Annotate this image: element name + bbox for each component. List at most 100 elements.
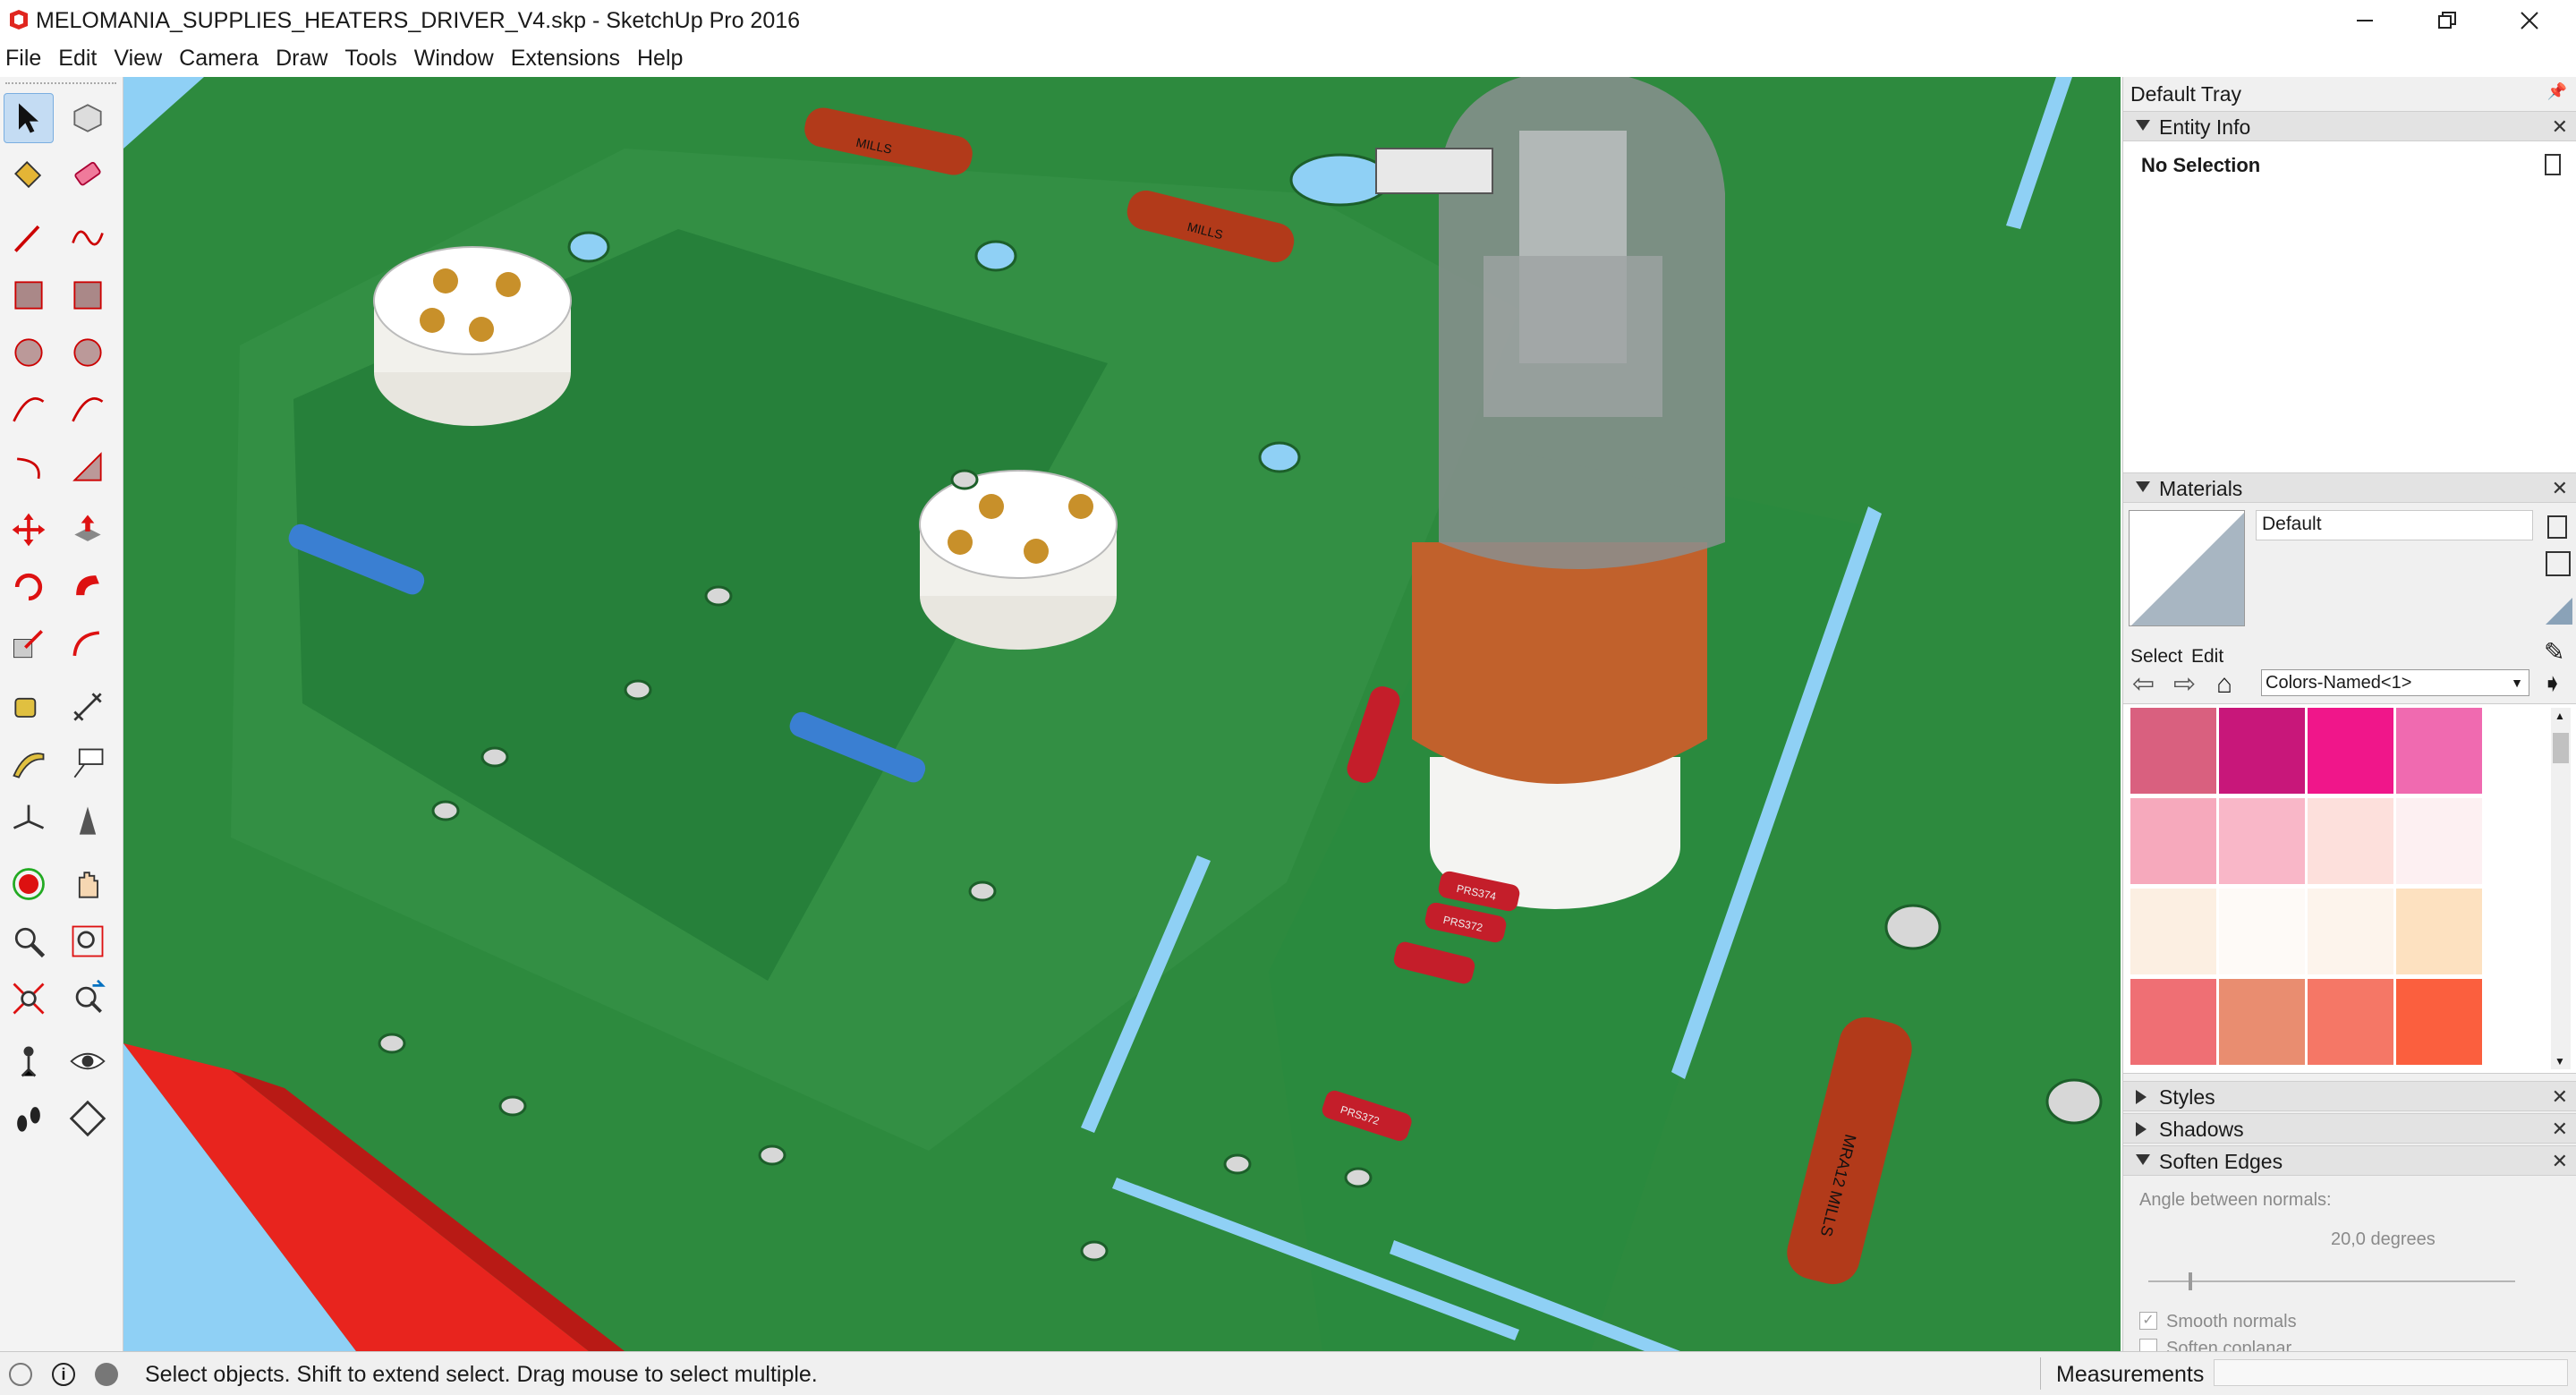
- material-swatch[interactable]: [2308, 979, 2393, 1065]
- menu-window[interactable]: Window: [414, 43, 494, 73]
- freehand-icon[interactable]: [63, 213, 113, 263]
- home-icon[interactable]: ⌂: [2216, 669, 2232, 700]
- zoom-window-icon[interactable]: [63, 916, 113, 966]
- pin-icon[interactable]: 📌: [2547, 82, 2567, 101]
- paint-bucket-icon[interactable]: [4, 150, 54, 200]
- rotated-rectangle-icon[interactable]: [63, 270, 113, 320]
- material-swatch[interactable]: [2396, 798, 2482, 884]
- rotate-icon[interactable]: [4, 562, 54, 612]
- section-plane-icon[interactable]: [63, 1093, 113, 1144]
- material-swatch[interactable]: [2308, 798, 2393, 884]
- restore-icon[interactable]: [2410, 0, 2484, 40]
- menu-tools[interactable]: Tools: [344, 43, 396, 73]
- soften-edges-header[interactable]: Soften Edges ✕: [2123, 1145, 2576, 1176]
- follow-me-icon[interactable]: [63, 562, 113, 612]
- protractor-icon[interactable]: [4, 739, 54, 789]
- material-swatch[interactable]: [2130, 708, 2216, 794]
- select-icon[interactable]: [4, 93, 54, 143]
- materials-header[interactable]: Materials ✕: [2123, 472, 2576, 503]
- model-scene[interactable]: MILLS MILLS PRS374 PRS372 PRS372 MRA12 M…: [123, 77, 2121, 1351]
- material-swatch[interactable]: [2396, 889, 2482, 974]
- sample-material-icon[interactable]: [2546, 551, 2571, 576]
- library-dropdown[interactable]: Colors-Named<1> ▼: [2261, 669, 2529, 696]
- tab-edit[interactable]: Edit: [2191, 646, 2223, 668]
- material-swatch[interactable]: [2130, 798, 2216, 884]
- credits-icon[interactable]: i: [52, 1363, 75, 1386]
- toolbar-grip[interactable]: [5, 82, 116, 87]
- measurements-input[interactable]: [2214, 1359, 2568, 1386]
- close-panel-icon[interactable]: ✕: [2552, 115, 2568, 139]
- material-swatch[interactable]: [2308, 708, 2393, 794]
- material-swatch[interactable]: [2219, 708, 2305, 794]
- close-panel-icon[interactable]: ✕: [2552, 1118, 2568, 1141]
- sketchup-icon[interactable]: [7, 8, 30, 31]
- previous-view-icon[interactable]: [63, 974, 113, 1024]
- menu-file[interactable]: File: [5, 43, 41, 73]
- forward-icon[interactable]: ⇨: [2173, 669, 2196, 700]
- menu-help[interactable]: Help: [637, 43, 683, 73]
- material-swatch[interactable]: [2219, 979, 2305, 1065]
- swatch-scrollbar[interactable]: ▲ ▼: [2551, 708, 2571, 1069]
- offset-icon[interactable]: [63, 619, 113, 669]
- zoom-icon[interactable]: [4, 916, 54, 966]
- arc-icon[interactable]: [4, 385, 54, 435]
- angle-slider[interactable]: [2148, 1272, 2515, 1290]
- pencil-line-icon[interactable]: [4, 213, 54, 263]
- material-swatch[interactable]: [2130, 889, 2216, 974]
- axes-icon[interactable]: [4, 796, 54, 846]
- menu-view[interactable]: View: [114, 43, 162, 73]
- orbit-icon[interactable]: [4, 859, 54, 909]
- material-name-field[interactable]: Default: [2256, 510, 2533, 540]
- create-material-icon[interactable]: [2547, 515, 2567, 539]
- look-around-icon[interactable]: [63, 1036, 113, 1086]
- dimension-icon[interactable]: [63, 682, 113, 732]
- back-icon[interactable]: ⇦: [2132, 669, 2155, 700]
- tab-select[interactable]: Select: [2130, 646, 2182, 668]
- menu-edit[interactable]: Edit: [58, 43, 97, 73]
- close-icon[interactable]: [2493, 0, 2566, 40]
- default-material-icon[interactable]: [2546, 598, 2572, 625]
- pan-icon[interactable]: [63, 859, 113, 909]
- material-swatch[interactable]: [2308, 889, 2393, 974]
- close-panel-icon[interactable]: ✕: [2552, 477, 2568, 500]
- move-icon[interactable]: [4, 505, 54, 555]
- scale-icon[interactable]: [4, 619, 54, 669]
- eraser-icon[interactable]: [63, 150, 113, 200]
- position-camera-icon[interactable]: [4, 1036, 54, 1086]
- shadows-header[interactable]: Shadows ✕: [2123, 1113, 2576, 1144]
- make-component-icon[interactable]: [63, 93, 113, 143]
- zoom-extents-icon[interactable]: [4, 974, 54, 1024]
- details-arrow-icon[interactable]: ➧: [2542, 669, 2563, 698]
- tape-measure-icon[interactable]: [4, 682, 54, 732]
- two-point-arc-icon[interactable]: [63, 385, 113, 435]
- menu-draw[interactable]: Draw: [276, 43, 327, 73]
- entity-details-toggle-icon[interactable]: [2545, 154, 2561, 175]
- selection-status: No Selection: [2141, 154, 2261, 176]
- pie-icon[interactable]: [63, 442, 113, 492]
- rectangle-icon[interactable]: [4, 270, 54, 320]
- push-pull-icon[interactable]: [63, 505, 113, 555]
- walk-icon[interactable]: [4, 1093, 54, 1144]
- material-swatch[interactable]: [2219, 798, 2305, 884]
- material-swatch[interactable]: [2130, 979, 2216, 1065]
- text-icon[interactable]: [63, 739, 113, 789]
- material-swatch[interactable]: [2396, 708, 2482, 794]
- geo-location-icon[interactable]: [9, 1363, 32, 1386]
- styles-header[interactable]: Styles ✕: [2123, 1081, 2576, 1111]
- menu-camera[interactable]: Camera: [179, 43, 259, 73]
- material-swatch[interactable]: [2396, 979, 2482, 1065]
- 3d-text-icon[interactable]: [63, 796, 113, 846]
- smooth-normals-checkbox[interactable]: ✓: [2139, 1312, 2157, 1330]
- menu-extensions[interactable]: Extensions: [511, 43, 620, 73]
- minimize-icon[interactable]: [2328, 0, 2402, 40]
- close-panel-icon[interactable]: ✕: [2552, 1085, 2568, 1109]
- entity-info-header[interactable]: Entity Info ✕: [2123, 111, 2576, 141]
- close-panel-icon[interactable]: ✕: [2552, 1150, 2568, 1173]
- circle-icon[interactable]: [4, 327, 54, 378]
- three-point-arc-icon[interactable]: [4, 442, 54, 492]
- eyedropper-icon[interactable]: ✎: [2544, 639, 2564, 666]
- polygon-icon[interactable]: [63, 327, 113, 378]
- material-swatch[interactable]: [2219, 889, 2305, 974]
- user-icon[interactable]: [95, 1363, 118, 1386]
- model-viewport[interactable]: MILLS MILLS PRS374 PRS372 PRS372 MRA12 M…: [123, 77, 2121, 1351]
